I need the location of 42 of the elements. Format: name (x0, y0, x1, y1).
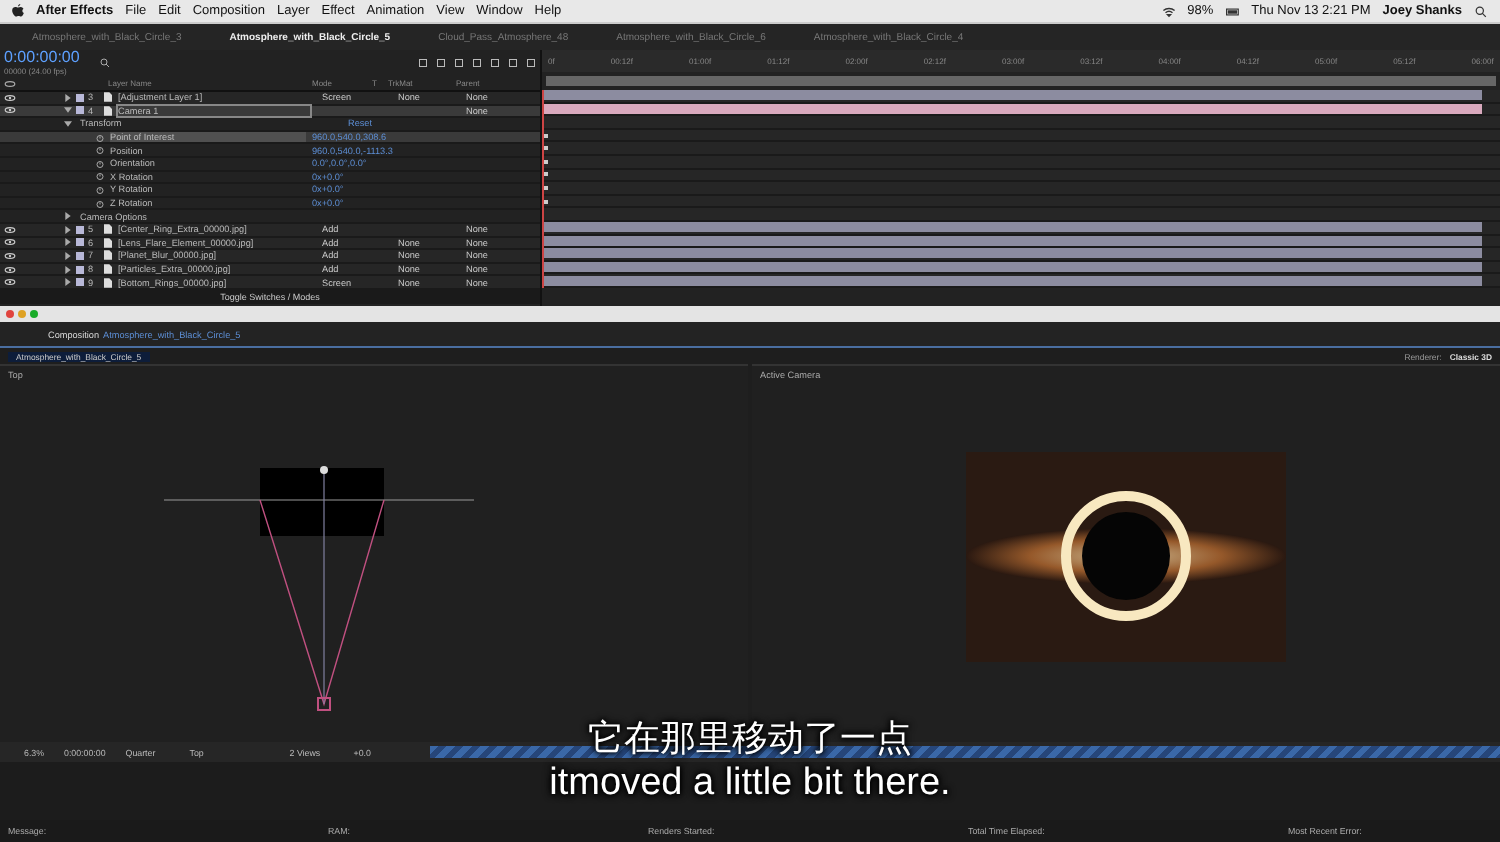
eye-icon[interactable] (4, 278, 16, 287)
label-swatch[interactable] (76, 225, 84, 234)
layer-duration-bar[interactable] (544, 222, 1483, 233)
stopwatch-icon[interactable] (96, 185, 104, 194)
subtitle-text: itmoved a little bit there. (549, 760, 951, 808)
visibility-column-icon (4, 79, 16, 87)
keyframe-marker[interactable] (544, 172, 548, 177)
label-swatch[interactable] (76, 265, 84, 274)
keyframe-marker[interactable] (544, 185, 548, 190)
layer-duration-bar[interactable] (544, 275, 1483, 286)
label-swatch[interactable] (76, 251, 84, 260)
stopwatch-icon[interactable] (96, 172, 104, 181)
eye-icon[interactable] (4, 251, 16, 260)
timecode[interactable]: 0:00:00:00 (4, 50, 80, 66)
keyframe-marker[interactable] (544, 133, 548, 138)
eye-icon[interactable] (4, 238, 16, 247)
keyframe-marker[interactable] (544, 199, 548, 204)
eye-icon[interactable] (4, 265, 16, 274)
close-window-button[interactable] (6, 310, 14, 318)
stopwatch-icon[interactable] (96, 159, 104, 168)
label-swatch[interactable] (76, 106, 84, 115)
layer-duration-bar[interactable] (544, 235, 1483, 246)
apple-logo-icon[interactable] (12, 4, 24, 18)
layer-duration-bar[interactable] (544, 262, 1483, 273)
stopwatch-icon[interactable] (96, 146, 104, 155)
layer-duration-bar[interactable] (544, 90, 1483, 101)
label-swatch[interactable] (76, 238, 84, 247)
eye-icon[interactable] (4, 225, 16, 234)
layer-duration-bar[interactable] (544, 103, 1483, 114)
stopwatch-icon[interactable] (96, 199, 104, 208)
label-swatch[interactable] (76, 278, 84, 287)
keyframe-marker[interactable] (544, 146, 548, 151)
wifi-icon[interactable] (1161, 5, 1176, 17)
keyframe-marker[interactable] (544, 159, 548, 164)
search-icon[interactable] (1474, 5, 1488, 17)
layer-duration-bar[interactable] (544, 248, 1483, 259)
label-swatch[interactable] (76, 93, 84, 102)
search-icon[interactable] (99, 58, 110, 68)
eye-icon[interactable] (4, 93, 16, 102)
stopwatch-icon[interactable] (96, 133, 104, 142)
battery-icon[interactable] (1225, 5, 1240, 17)
eye-icon[interactable] (4, 106, 16, 115)
